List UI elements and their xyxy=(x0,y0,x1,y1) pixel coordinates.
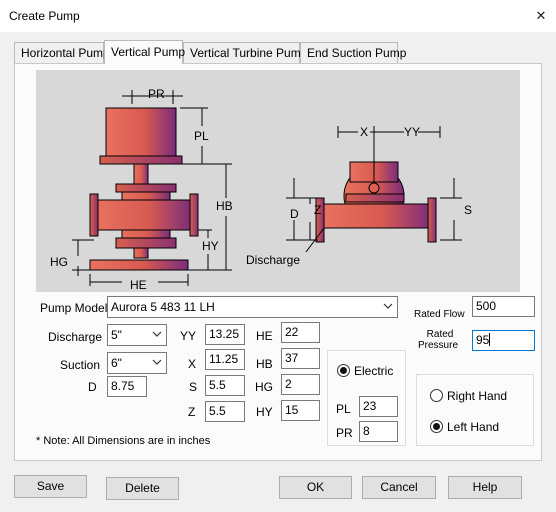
rated-flow-input[interactable]: 500 xyxy=(472,296,535,317)
x-label: X xyxy=(188,357,197,371)
suction-label: Suction xyxy=(60,358,101,372)
tab-vertical-pump[interactable]: Vertical Pump xyxy=(104,40,185,64)
left-hand-label: Left Hand xyxy=(447,420,500,434)
discharge-value: 5" xyxy=(111,328,122,342)
hg-label: HG xyxy=(255,380,273,394)
electric-label: Electric xyxy=(354,364,394,378)
pump-model-value: Aurora 5 483 11 LH xyxy=(111,300,215,314)
hy-label: HY xyxy=(256,405,273,419)
diagram-label-x: X xyxy=(360,125,368,139)
diagram-label-pl: PL xyxy=(194,129,209,143)
yy-label: YY xyxy=(180,329,197,343)
save-button[interactable]: Save xyxy=(14,475,87,498)
pump-model-select[interactable]: Aurora 5 483 11 LH xyxy=(107,296,398,318)
motor-pl-label: PL xyxy=(336,402,351,416)
electric-radio[interactable] xyxy=(337,364,350,377)
rated-pressure-label-line2: Pressure xyxy=(417,340,458,351)
diagram-label-discharge: Discharge xyxy=(246,253,300,267)
title-bar: Create Pump ✕ xyxy=(0,0,556,32)
motor-pl-input[interactable]: 23 xyxy=(359,396,398,417)
x-input[interactable]: 11.25 xyxy=(205,349,245,370)
diagram-label-z: Z xyxy=(314,203,321,217)
yy-input[interactable]: 13.25 xyxy=(205,324,245,345)
window-title: Create Pump xyxy=(9,9,80,23)
pump-diagram-drawing: PR PL HB HY HG HE X YY D Z S Discharge xyxy=(50,87,472,292)
right-hand-radio[interactable] xyxy=(430,389,443,402)
diagram-label-hg: HG xyxy=(50,255,68,269)
hb-input[interactable]: 37 xyxy=(281,348,320,369)
hb-label: HB xyxy=(256,357,273,371)
tab-horizontal-pump[interactable]: Horizontal Pump xyxy=(14,42,110,63)
text-caret xyxy=(489,333,491,346)
ok-button[interactable]: OK xyxy=(279,476,352,499)
suction-select[interactable]: 6" xyxy=(107,352,167,374)
diagram-label-pr: PR xyxy=(148,87,165,101)
he-label: HE xyxy=(256,329,273,343)
chevron-down-icon xyxy=(152,359,162,365)
pump-model-label: Pump Model xyxy=(40,301,108,315)
hg-input[interactable]: 2 xyxy=(281,374,320,395)
he-input[interactable]: 22 xyxy=(281,322,320,343)
suction-value: 6" xyxy=(111,356,122,370)
s-input[interactable]: 5.5 xyxy=(205,375,245,396)
diagram-label-he: HE xyxy=(130,278,147,292)
left-hand-radio[interactable] xyxy=(430,420,443,433)
discharge-select[interactable]: 5" xyxy=(107,324,167,346)
help-button[interactable]: Help xyxy=(448,476,522,499)
hy-input[interactable]: 15 xyxy=(281,400,320,421)
hand-group xyxy=(416,374,534,446)
diagram-label-yy: YY xyxy=(404,125,420,139)
d-label: D xyxy=(88,380,97,394)
diagram-label-hb: HB xyxy=(216,199,233,213)
tab-vertical-turbine-pump[interactable]: Vertical Turbine Pump xyxy=(183,42,307,63)
d-input[interactable]: 8.75 xyxy=(107,376,147,397)
z-label: Z xyxy=(188,405,196,419)
cancel-button[interactable]: Cancel xyxy=(362,476,436,499)
diagram-label-hy: HY xyxy=(202,239,219,253)
rated-pressure-input[interactable]: 95 xyxy=(472,330,535,351)
z-input[interactable]: 5.5 xyxy=(205,401,245,422)
rated-pressure-label-line1: Rated xyxy=(426,329,454,340)
rated-pressure-value: 95 xyxy=(476,333,490,347)
delete-button[interactable]: Delete xyxy=(106,477,179,500)
rated-flow-label: Rated Flow xyxy=(414,309,465,320)
close-icon[interactable]: ✕ xyxy=(530,5,552,27)
diagram-label-d: D xyxy=(290,207,299,221)
dimensions-note: * Note: All Dimensions are in inches xyxy=(36,435,211,447)
pump-diagram: PR PL HB HY HG HE X YY D Z S Discharge xyxy=(36,70,520,292)
motor-pr-input[interactable]: 8 xyxy=(359,421,398,442)
chevron-down-icon xyxy=(152,331,162,337)
diagram-label-s: S xyxy=(464,203,472,217)
tab-end-suction-pump[interactable]: End Suction Pump xyxy=(300,42,406,63)
chevron-down-icon xyxy=(383,303,393,309)
motor-pr-label: PR xyxy=(336,426,353,440)
right-hand-label: Right Hand xyxy=(447,389,508,403)
discharge-label: Discharge xyxy=(48,330,103,344)
s-label: S xyxy=(189,380,198,394)
